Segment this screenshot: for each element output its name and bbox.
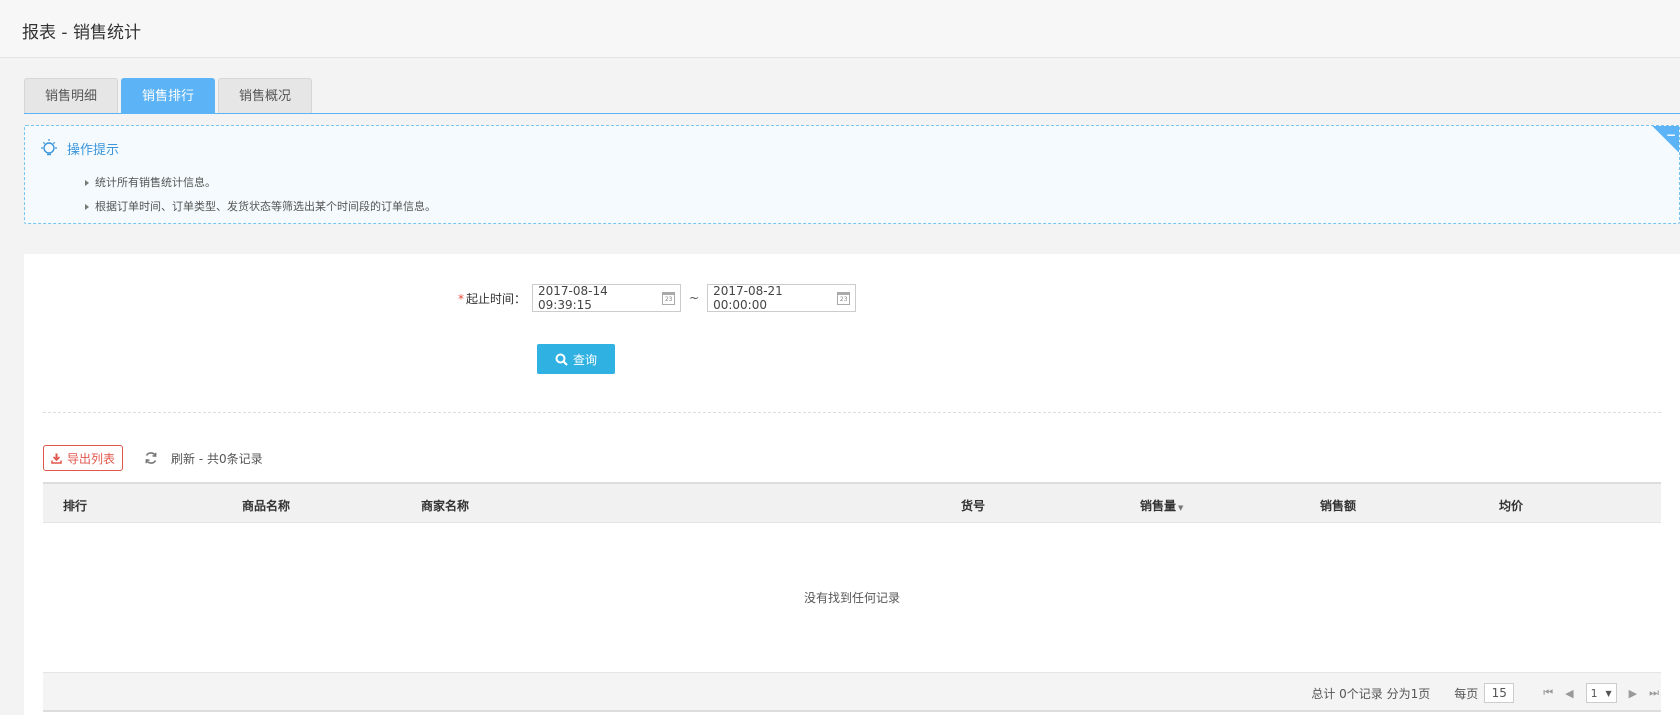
- tips-box: − 操作提示 统计所有销售统计信息。 根据订单时间、订单类型、发货状态等筛选出某…: [24, 125, 1680, 224]
- search-icon: [555, 353, 568, 366]
- record-count: - 共0条记录: [195, 451, 263, 466]
- calendar-icon[interactable]: 23: [837, 291, 851, 305]
- tab-underline: [24, 113, 1680, 114]
- current-page: 1: [1590, 686, 1598, 700]
- download-icon: [51, 453, 62, 464]
- list-toolbar: 导出列表 刷新 - 共0条记录: [43, 445, 263, 471]
- column-header-sku[interactable]: 货号: [961, 497, 985, 514]
- export-list-button[interactable]: 导出列表: [43, 445, 124, 471]
- top-bar: 报表 - 销售统计: [0, 0, 1680, 58]
- end-date-input[interactable]: 2017-08-21 00:00:00 23: [707, 284, 857, 312]
- prev-page-icon[interactable]: ◀: [1565, 687, 1573, 700]
- column-header-rank[interactable]: 排行: [63, 497, 87, 514]
- tip-item: 统计所有销售统计信息。: [85, 171, 436, 195]
- last-page-icon[interactable]: ⏭: [1649, 686, 1659, 700]
- tip-item: 根据订单时间、订单类型、发货状态等筛选出某个时间段的订单信息。: [85, 195, 436, 219]
- sales-volume-label: 销售量: [1140, 499, 1177, 513]
- table-header: 排行 商品名称 商家名称 货号 销售量 ▼ 销售额 均价: [43, 482, 1661, 523]
- required-mark: *: [458, 291, 464, 306]
- tips-header: 操作提示: [39, 138, 119, 158]
- chevron-down-icon: ▼: [1605, 688, 1612, 698]
- search-button[interactable]: 查询: [537, 344, 615, 374]
- pagination-bar: 总计 0个记录 分为1页 每页 15 ⏮ ◀ 1 ▼ ▶ ⏭: [43, 672, 1661, 712]
- tab-sales-ranking[interactable]: 销售排行: [121, 78, 216, 113]
- column-header-sales-volume[interactable]: 销售量 ▼: [1140, 497, 1183, 514]
- tips-title: 操作提示: [67, 142, 120, 158]
- start-date-input[interactable]: 2017-08-14 09:39:15 23: [532, 284, 682, 312]
- column-header-merchant-name[interactable]: 商家名称: [421, 497, 469, 514]
- empty-message: 没有找到任何记录: [803, 591, 900, 605]
- date-range-row: * 起止时间： 2017-08-14 09:39:15 23 ~ 2017-08-…: [458, 284, 857, 312]
- section-divider: [43, 412, 1661, 413]
- end-date-value: 2017-08-21 00:00:00: [713, 284, 783, 312]
- minus-icon: −: [1665, 128, 1676, 142]
- page-title: 报表 - 销售统计: [22, 23, 141, 43]
- refresh-icon[interactable]: [144, 451, 158, 465]
- column-header-sales-amount[interactable]: 销售额: [1320, 497, 1356, 514]
- date-range-label: * 起止时间：: [458, 290, 526, 307]
- search-button-label: 查询: [572, 352, 597, 367]
- page-select[interactable]: 1 ▼: [1585, 683, 1617, 703]
- per-page-label: 每页: [1454, 686, 1479, 701]
- collapse-tips-button[interactable]: −: [1651, 126, 1679, 152]
- date-range-label-text: 起止时间：: [466, 291, 527, 306]
- start-date-value: 2017-08-14 09:39:15: [538, 284, 608, 312]
- tab-sales-detail[interactable]: 销售明细: [24, 78, 119, 113]
- tab-sales-overview[interactable]: 销售概况: [218, 78, 313, 113]
- per-page-input[interactable]: 15: [1484, 683, 1515, 703]
- refresh-link[interactable]: 刷新: [171, 452, 195, 466]
- column-header-product-name[interactable]: 商品名称: [242, 497, 290, 514]
- pagination: 总计 0个记录 分为1页 每页 15 ⏮ ◀ 1 ▼ ▶ ⏭: [1311, 683, 1661, 703]
- column-header-average-price[interactable]: 均价: [1499, 497, 1523, 514]
- next-page-icon[interactable]: ▶: [1629, 687, 1637, 700]
- lightbulb-icon: [41, 139, 57, 156]
- calendar-icon[interactable]: 23: [662, 291, 676, 305]
- pagination-summary: 总计 0个记录 分为1页: [1311, 686, 1431, 701]
- tips-list: 统计所有销售统计信息。 根据订单时间、订单类型、发货状态等筛选出某个时间段的订单…: [85, 171, 436, 219]
- tab-bar: 销售明细 销售排行 销售概况: [24, 78, 313, 113]
- refresh-summary: 刷新 - 共0条记录: [171, 450, 263, 467]
- date-separator: ~: [689, 291, 700, 305]
- content-panel: * 起止时间： 2017-08-14 09:39:15 23 ~ 2017-08-…: [24, 254, 1680, 715]
- sort-desc-icon: ▼: [1178, 504, 1184, 512]
- export-list-label: 导出列表: [67, 451, 116, 466]
- first-page-icon[interactable]: ⏮: [1543, 686, 1553, 700]
